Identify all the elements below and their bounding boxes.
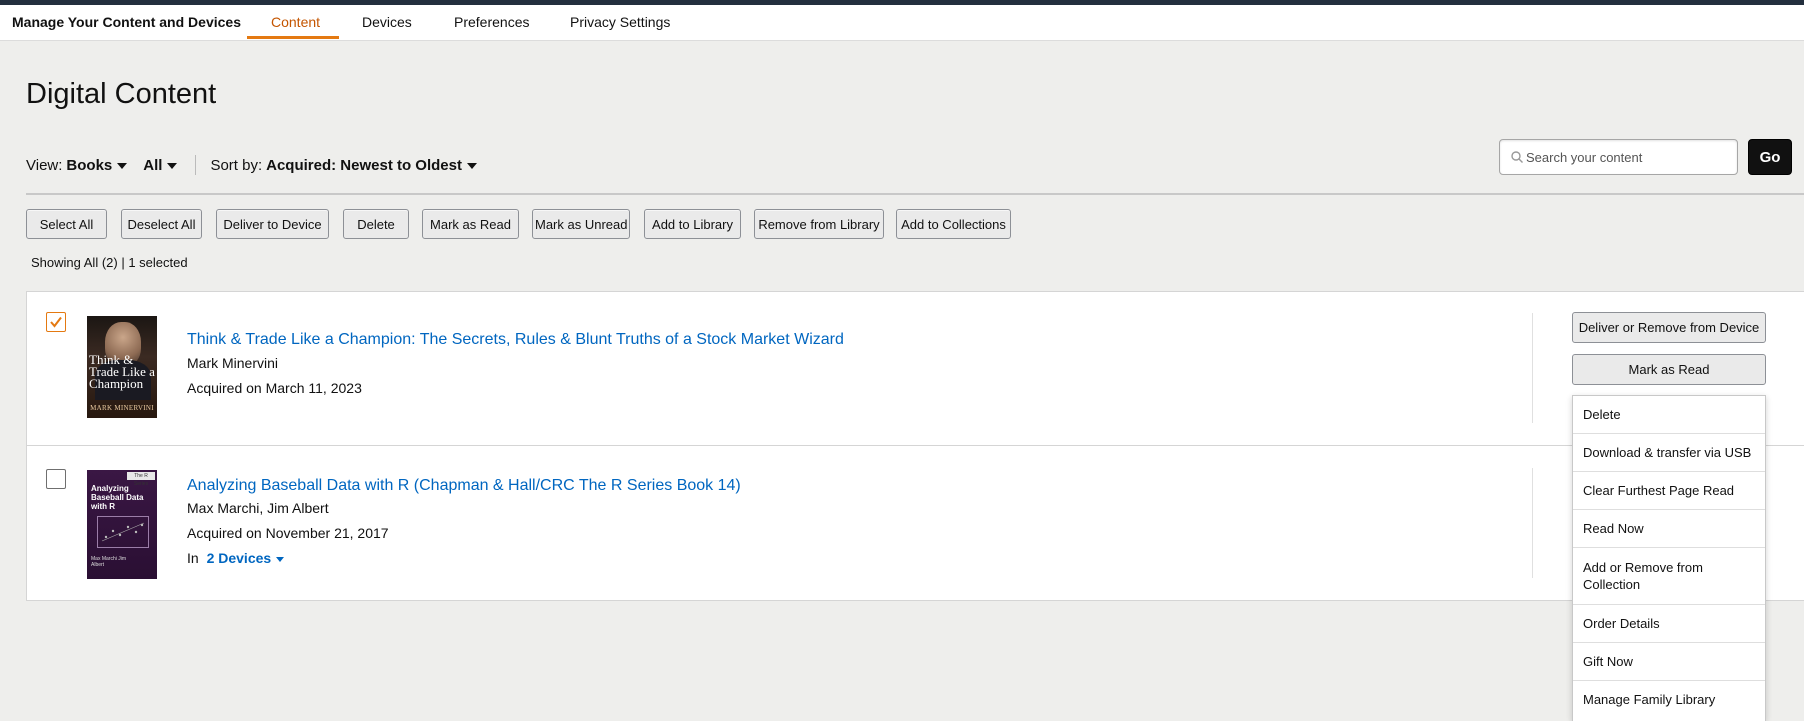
devices-info: In 2 Devices (187, 550, 285, 566)
book-title-link[interactable]: Think & Trade Like a Champion: The Secre… (187, 331, 844, 349)
chevron-down-icon (117, 162, 128, 169)
item-mark-as-read-button[interactable]: Mark as Read (1572, 354, 1766, 385)
view-scope-dropdown[interactable]: All (139, 156, 178, 174)
book-author: Max Marchi, Jim Albert (187, 500, 329, 516)
search-input[interactable] (1526, 140, 1731, 174)
cover-plot-graphic (97, 516, 149, 548)
menu-item-delete[interactable]: Delete (1573, 396, 1765, 433)
book-title-link[interactable]: Analyzing Baseball Data with R (Chapman … (187, 477, 741, 495)
cover-author: MARK MINERVINI (90, 404, 154, 412)
row-vertical-divider (1532, 313, 1533, 423)
sort-dropdown[interactable]: Acquired: Newest to Oldest (262, 157, 477, 174)
item-checkbox-1[interactable] (46, 312, 66, 332)
cover-title: Analyzing Baseball Data with R (91, 484, 144, 511)
row-divider (26, 445, 1804, 446)
tab-content[interactable]: Content (271, 14, 320, 30)
more-actions-menu: Delete Download & transfer via USB Clear… (1572, 395, 1766, 721)
row-vertical-divider (1532, 468, 1533, 578)
menu-item-manage-family-library[interactable]: Manage Family Library (1573, 681, 1765, 718)
selected-count: | 1 selected (121, 255, 188, 270)
cover-author: Max Marchi Jim Albert (91, 556, 127, 568)
book-cover-2[interactable]: The R Series Analyzing Baseball Data wit… (87, 470, 157, 579)
filter-divider (195, 155, 197, 175)
chevron-down-icon (167, 162, 178, 169)
filter-bar: View: Books All Sort by: Acquired: Newes… (26, 155, 477, 175)
view-type-value: Books (66, 156, 113, 174)
add-to-library-button[interactable]: Add to Library (644, 209, 741, 239)
search-box (1499, 139, 1738, 175)
acquired-date: Acquired on November 21, 2017 (187, 525, 389, 541)
deliver-or-remove-button[interactable]: Deliver or Remove from Device (1572, 312, 1766, 343)
cover-series-badge: The R Series (127, 472, 155, 487)
item-checkbox-2[interactable] (46, 469, 66, 489)
showing-count: Showing All (2) | 1 selected (31, 255, 188, 270)
deselect-all-button[interactable]: Deselect All (121, 209, 202, 239)
mark-as-unread-button[interactable]: Mark as Unread (532, 209, 630, 239)
search-icon (1511, 151, 1523, 163)
page-title: Digital Content (26, 78, 217, 110)
book-author: Mark Minervini (187, 355, 279, 371)
brand-title: Manage Your Content and Devices (12, 14, 241, 30)
top-navigation: Manage Your Content and Devices Content … (0, 5, 1804, 41)
view-label: View: (26, 156, 63, 174)
view-type-dropdown[interactable]: Books (62, 156, 128, 174)
add-to-collections-button[interactable]: Add to Collections (896, 209, 1011, 239)
chevron-down-icon (276, 556, 285, 562)
cover-title: Think & Trade Like a Champion (89, 352, 155, 391)
mark-as-read-button[interactable]: Mark as Read (422, 209, 519, 239)
checkmark-icon (50, 316, 62, 328)
book-cover-1[interactable]: Think & Trade Like a Champion MARK MINER… (87, 316, 157, 418)
toolbar-divider (26, 193, 1804, 195)
menu-item-clear-furthest-page[interactable]: Clear Furthest Page Read (1573, 472, 1765, 509)
tab-preferences[interactable]: Preferences (454, 14, 529, 30)
menu-item-download-usb[interactable]: Download & transfer via USB (1573, 434, 1765, 471)
sort-label: Sort by: (210, 156, 263, 174)
remove-from-library-button[interactable]: Remove from Library (754, 209, 884, 239)
go-button[interactable]: Go (1748, 139, 1792, 175)
acquired-date: Acquired on March 11, 2023 (187, 380, 362, 396)
menu-item-add-remove-collection[interactable]: Add or Remove from Collection (1573, 548, 1765, 604)
devices-link-text: 2 Devices (206, 550, 272, 566)
tab-devices[interactable]: Devices (362, 14, 412, 30)
menu-item-order-details[interactable]: Order Details (1573, 605, 1765, 642)
view-scope-value: All (143, 156, 163, 174)
showing-all-text: Showing All (2) (31, 255, 118, 270)
menu-item-gift-now[interactable]: Gift Now (1573, 643, 1765, 680)
devices-dropdown[interactable]: 2 Devices (207, 550, 285, 566)
delete-button[interactable]: Delete (343, 209, 409, 239)
deliver-to-device-button[interactable]: Deliver to Device (216, 209, 329, 239)
chevron-down-icon (467, 162, 477, 169)
active-tab-indicator (247, 36, 339, 39)
sort-value: Acquired: Newest to Oldest (266, 156, 462, 174)
devices-prefix: In (187, 550, 199, 566)
select-all-button[interactable]: Select All (26, 209, 107, 239)
tab-privacy-settings[interactable]: Privacy Settings (570, 14, 670, 30)
menu-item-read-now[interactable]: Read Now (1573, 510, 1765, 547)
